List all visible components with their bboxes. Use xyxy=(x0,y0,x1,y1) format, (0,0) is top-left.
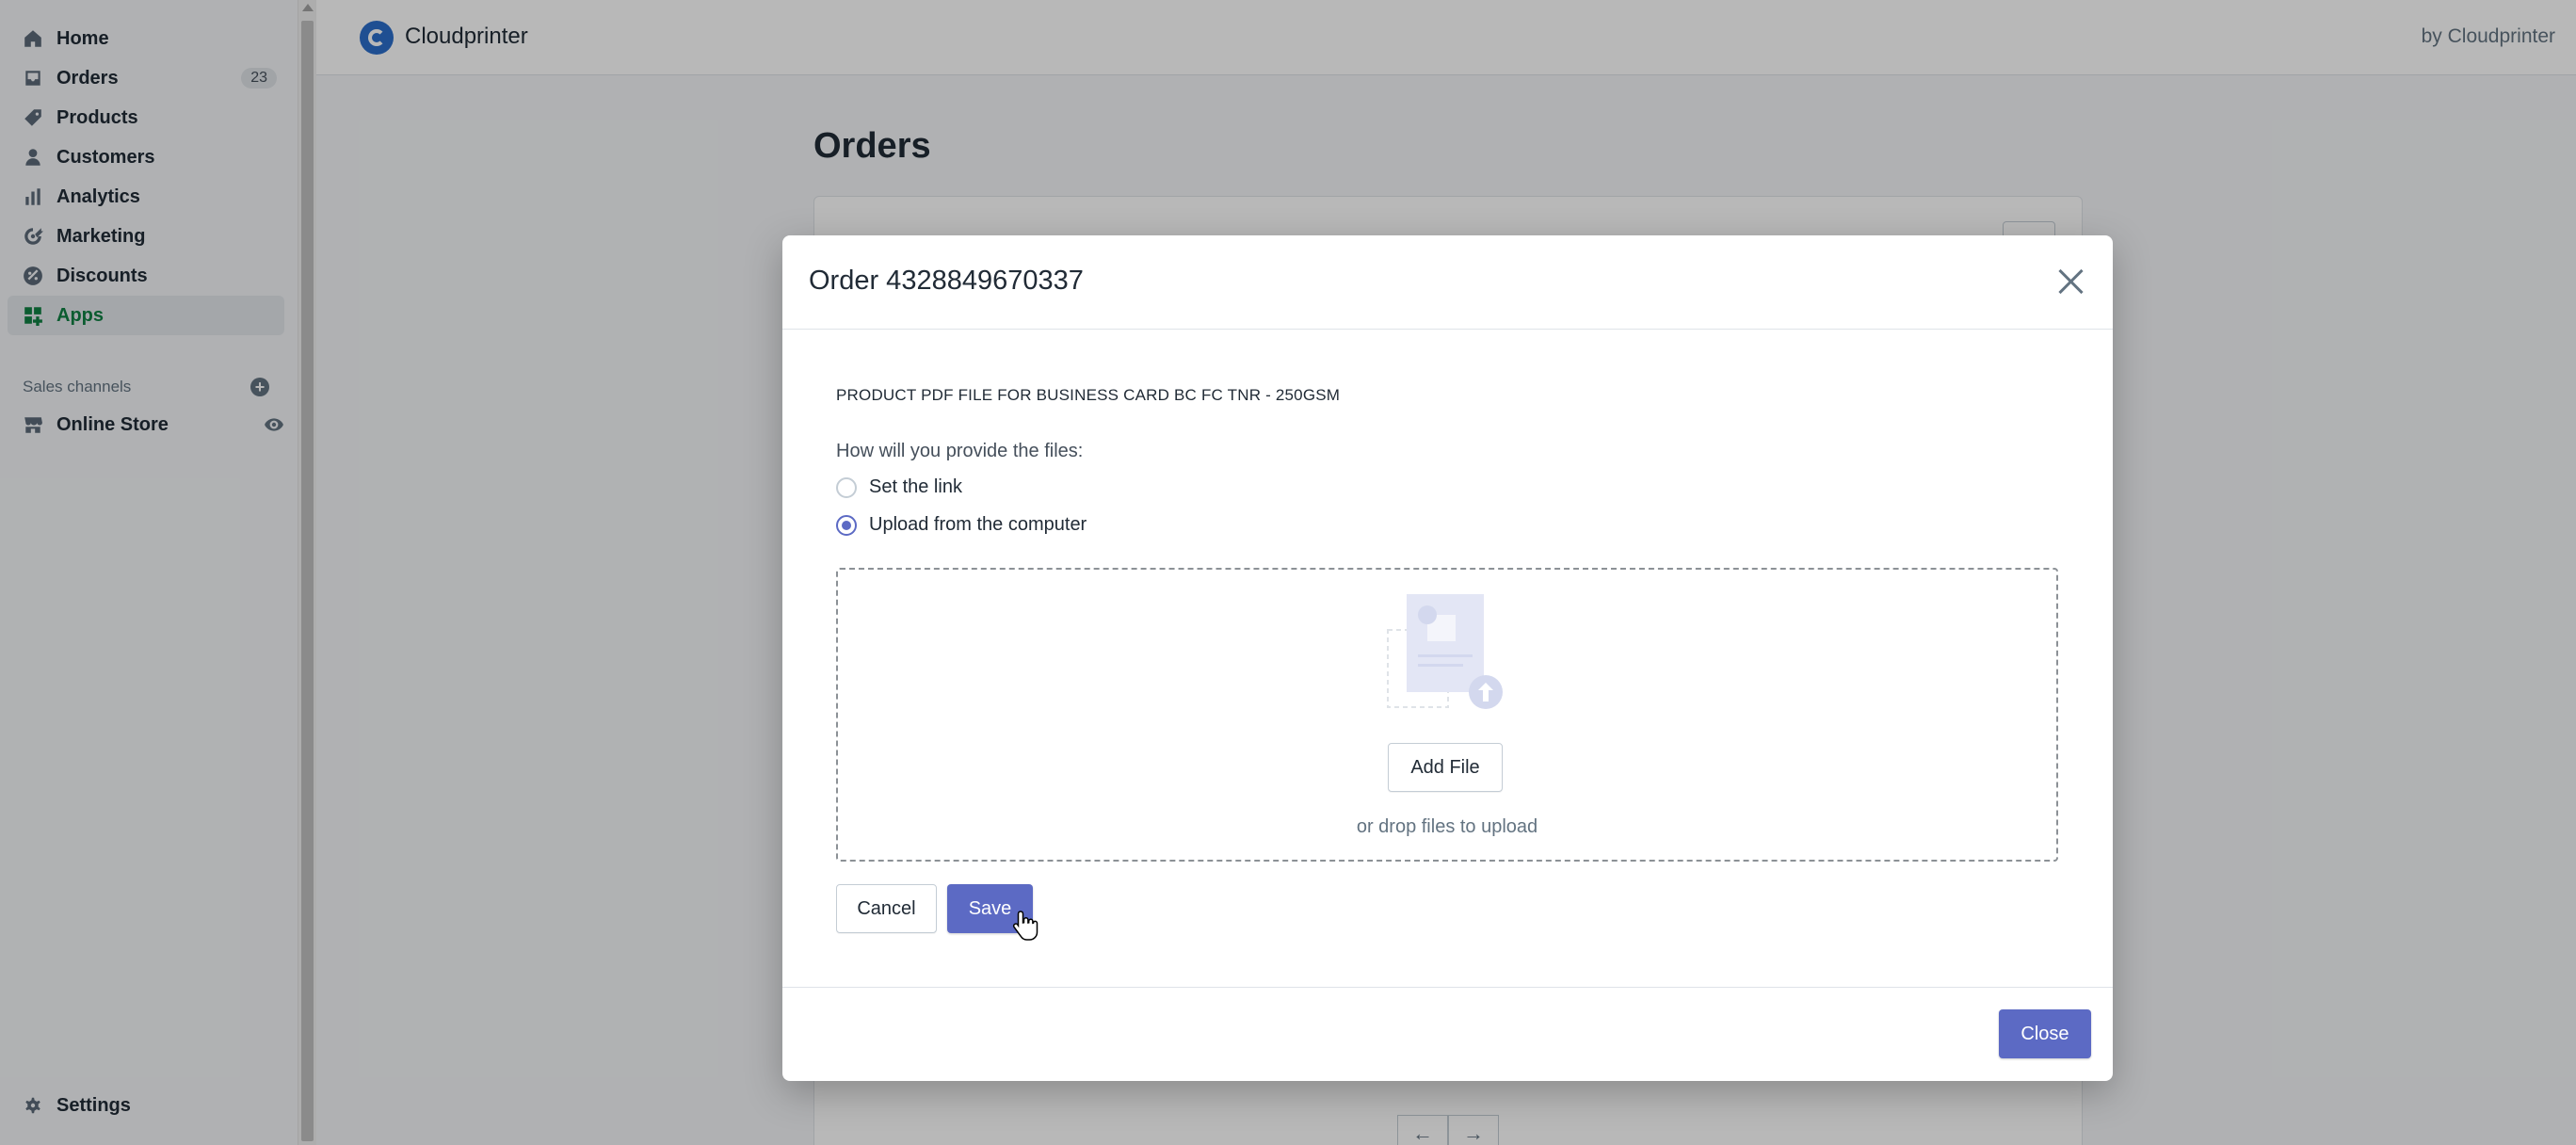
modal-header: Order 4328849670337 xyxy=(782,235,2113,330)
drop-hint: or drop files to upload xyxy=(1356,816,1538,837)
radio-label: Set the link xyxy=(869,476,962,497)
file-source-question: How will you provide the files: xyxy=(836,441,1084,461)
option-upload-from-computer[interactable]: Upload from the computer xyxy=(836,514,1087,536)
close-button[interactable]: Close xyxy=(1999,1009,2091,1058)
radio-upload-from-computer[interactable] xyxy=(836,514,857,536)
modal-title: Order 4328849670337 xyxy=(809,266,1084,296)
add-file-button[interactable]: Add File xyxy=(1388,743,1503,792)
option-set-link[interactable]: Set the link xyxy=(836,476,962,498)
radio-set-link[interactable] xyxy=(836,476,857,498)
file-dropzone[interactable]: Add File or drop files to upload xyxy=(836,568,2058,862)
close-icon[interactable] xyxy=(2053,264,2088,299)
modal-footer: Close xyxy=(782,987,2113,1081)
cancel-button[interactable]: Cancel xyxy=(836,884,937,933)
file-upload-illustration-icon xyxy=(1387,594,1503,709)
hand-cursor-icon xyxy=(1012,911,1038,941)
radio-label: Upload from the computer xyxy=(869,514,1087,535)
product-title: PRODUCT PDF FILE FOR BUSINESS CARD BC FC… xyxy=(836,386,1341,404)
order-modal: Order 4328849670337 PRODUCT PDF FILE FOR… xyxy=(782,235,2113,1081)
